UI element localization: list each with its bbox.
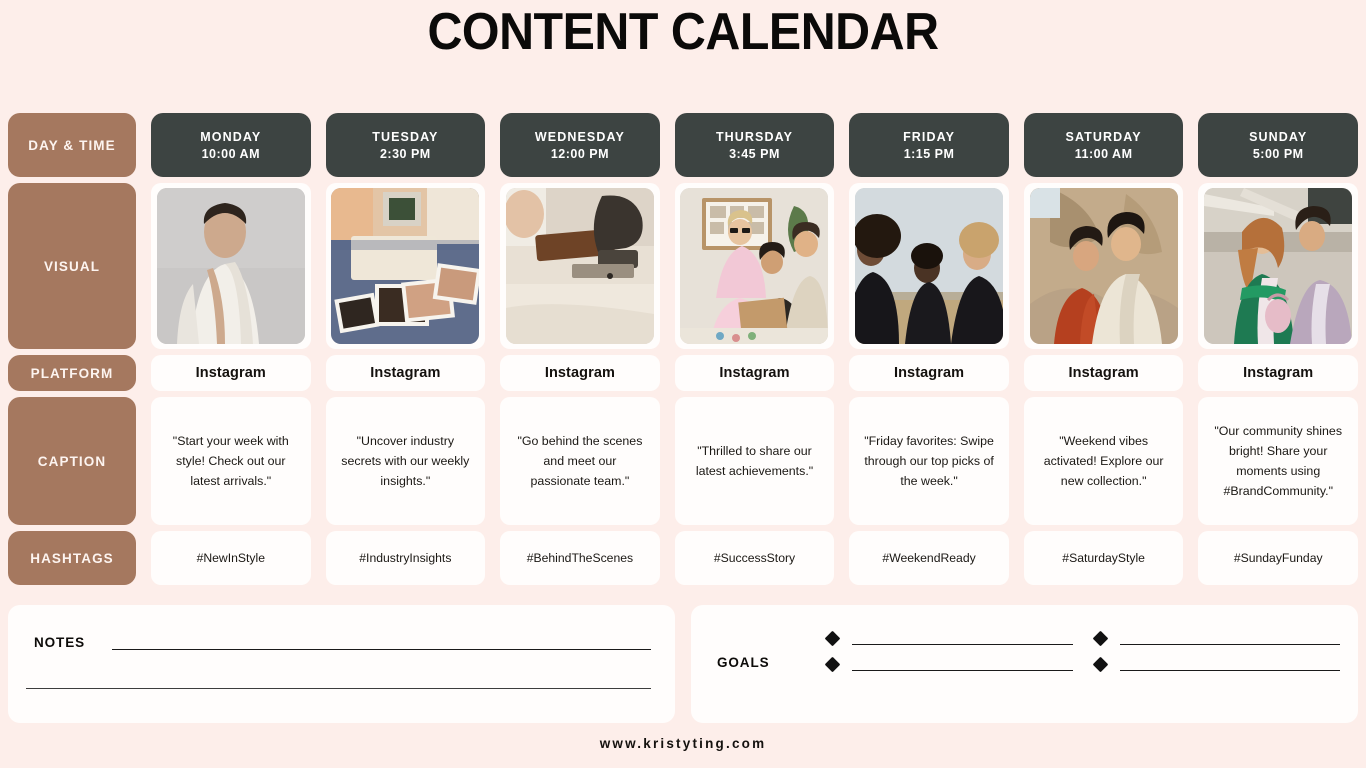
photo-thumbnail-wednesday[interactable] xyxy=(505,188,654,344)
photo-thumbnail-thursday[interactable] xyxy=(680,188,829,344)
day-header-monday[interactable]: MONDAY 10:00 AM xyxy=(151,113,311,177)
row-label-day-time: DAY & TIME xyxy=(8,113,136,177)
goals-panel: GOALS xyxy=(691,605,1358,723)
platform-cell-monday[interactable]: Instagram xyxy=(151,355,311,391)
caption-cell-sunday[interactable]: "Our community shines bright! Share your… xyxy=(1198,397,1358,525)
hashtag-cell-thursday[interactable]: #SuccessStory xyxy=(674,531,835,585)
caption-cell-monday[interactable]: "Start your week with style! Check out o… xyxy=(151,397,311,525)
photo-thumbnail-tuesday[interactable] xyxy=(331,188,480,344)
caption-cell-saturday[interactable]: "Weekend vibes activated! Explore our ne… xyxy=(1023,397,1184,525)
hashtag-cell-monday[interactable]: #NewInStyle xyxy=(151,531,311,585)
diamond-bullet-icon xyxy=(1092,630,1108,646)
platform-cell-sunday[interactable]: Instagram xyxy=(1198,355,1358,391)
goal-item[interactable] xyxy=(1092,630,1340,646)
goal-item[interactable] xyxy=(1092,656,1340,672)
visual-cell-thursday[interactable] xyxy=(674,183,835,349)
day-time: 11:00 AM xyxy=(1074,146,1133,161)
platform-cell-wednesday[interactable]: Instagram xyxy=(500,355,660,391)
visual-cell-friday[interactable] xyxy=(849,183,1009,349)
content-calendar-grid: DAY & TIME MONDAY 10:00 AM TUESDAY 2:30 … xyxy=(8,113,1358,585)
goal-write-line[interactable] xyxy=(852,631,1073,645)
hashtag-cell-tuesday[interactable]: #IndustryInsights xyxy=(325,531,486,585)
goal-write-line[interactable] xyxy=(1119,657,1340,671)
visual-cell-saturday[interactable] xyxy=(1023,183,1184,349)
platform-cell-saturday[interactable]: Instagram xyxy=(1023,355,1184,391)
diamond-bullet-icon xyxy=(1092,656,1108,672)
day-time: 12:00 PM xyxy=(550,146,610,161)
day-header-thursday[interactable]: THURSDAY 3:45 PM xyxy=(674,113,835,177)
row-label-hashtags: HASHTAGS xyxy=(8,531,136,585)
hashtag-cell-sunday[interactable]: #SundayFunday xyxy=(1198,531,1358,585)
caption-cell-thursday[interactable]: "Thrilled to share our latest achievemen… xyxy=(674,397,835,525)
goal-item[interactable] xyxy=(824,656,1073,672)
diamond-bullet-icon xyxy=(824,656,841,672)
photo-thumbnail-friday[interactable] xyxy=(855,188,1004,344)
day-header-saturday[interactable]: SATURDAY 11:00 AM xyxy=(1023,113,1184,177)
goal-write-line[interactable] xyxy=(852,657,1073,671)
platform-cell-friday[interactable]: Instagram xyxy=(849,355,1009,391)
notes-label: NOTES xyxy=(34,635,86,650)
row-label-platform: PLATFORM xyxy=(8,355,136,391)
visual-cell-wednesday[interactable] xyxy=(500,183,660,349)
platform-cell-tuesday[interactable]: Instagram xyxy=(325,355,486,391)
diamond-bullet-icon xyxy=(824,630,841,646)
visual-cell-monday[interactable] xyxy=(151,183,311,349)
day-name: SATURDAY xyxy=(1065,129,1142,144)
hashtag-cell-wednesday[interactable]: #BehindTheScenes xyxy=(500,531,660,585)
platform-cell-thursday[interactable]: Instagram xyxy=(674,355,835,391)
day-name: TUESDAY xyxy=(372,129,439,144)
day-name: SUNDAY xyxy=(1249,129,1308,144)
notes-write-line-2[interactable] xyxy=(26,688,651,689)
day-time: 5:00 PM xyxy=(1252,146,1304,161)
caption-cell-tuesday[interactable]: "Uncover industry secrets with our weekl… xyxy=(325,397,486,525)
day-header-wednesday[interactable]: WEDNESDAY 12:00 PM xyxy=(500,113,660,177)
goal-item[interactable] xyxy=(824,630,1073,646)
caption-cell-wednesday[interactable]: "Go behind the scenes and meet our passi… xyxy=(500,397,660,525)
visual-cell-sunday[interactable] xyxy=(1198,183,1358,349)
row-label-visual: VISUAL xyxy=(8,183,136,349)
caption-cell-friday[interactable]: "Friday favorites: Swipe through our top… xyxy=(849,397,1009,525)
day-header-tuesday[interactable]: TUESDAY 2:30 PM xyxy=(325,113,486,177)
day-time: 1:15 PM xyxy=(903,146,955,161)
day-header-friday[interactable]: FRIDAY 1:15 PM xyxy=(849,113,1009,177)
goals-label: GOALS xyxy=(717,655,770,670)
footer-panels: NOTES GOALS xyxy=(8,605,1358,723)
day-time: 2:30 PM xyxy=(379,146,431,161)
photo-thumbnail-sunday[interactable] xyxy=(1204,188,1353,344)
day-name: MONDAY xyxy=(200,129,262,144)
page-title: CONTENT CALENDAR xyxy=(427,3,939,61)
website-url[interactable]: www.kristyting.com xyxy=(0,736,1366,751)
day-header-sunday[interactable]: SUNDAY 5:00 PM xyxy=(1198,113,1358,177)
day-time: 10:00 AM xyxy=(201,146,260,161)
notes-panel: NOTES xyxy=(8,605,675,723)
goals-list xyxy=(824,630,1340,672)
photo-thumbnail-monday[interactable] xyxy=(156,188,305,344)
row-label-caption: CAPTION xyxy=(8,397,136,525)
day-time: 3:45 PM xyxy=(729,146,780,161)
visual-cell-tuesday[interactable] xyxy=(325,183,486,349)
goal-write-line[interactable] xyxy=(1119,631,1340,645)
hashtag-cell-saturday[interactable]: #SaturdayStyle xyxy=(1023,531,1184,585)
notes-write-line-1[interactable] xyxy=(112,649,651,650)
day-name: THURSDAY xyxy=(715,129,794,144)
photo-thumbnail-saturday[interactable] xyxy=(1029,188,1178,344)
hashtag-cell-friday[interactable]: #WeekendReady xyxy=(849,531,1009,585)
day-name: FRIDAY xyxy=(903,129,956,144)
day-name: WEDNESDAY xyxy=(534,129,625,144)
